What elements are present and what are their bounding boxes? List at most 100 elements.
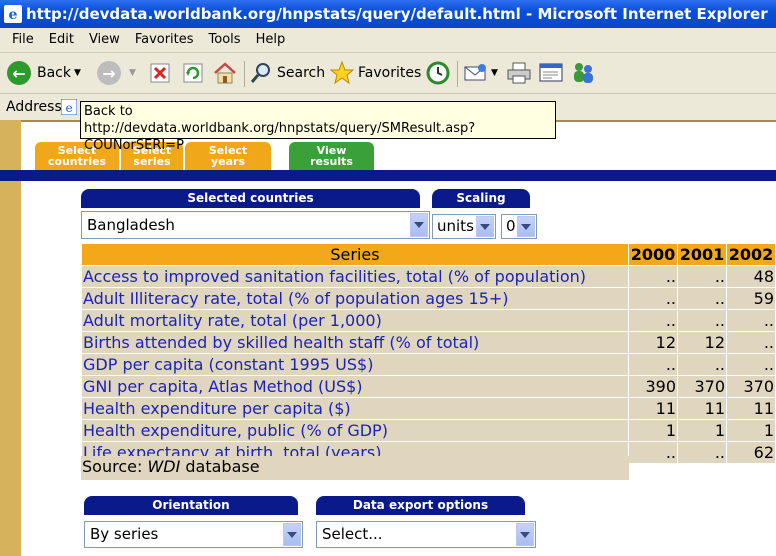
value-cell: 370 — [677, 375, 727, 398]
page-icon: e — [61, 99, 77, 115]
edit-button[interactable] — [538, 59, 564, 87]
refresh-icon — [183, 63, 203, 83]
value-cell: 12 — [677, 331, 727, 354]
toolbar-separator — [244, 61, 245, 87]
back-label: Back — [37, 65, 71, 81]
menu-file[interactable]: File — [9, 28, 37, 52]
refresh-button[interactable] — [182, 59, 204, 87]
back-button[interactable]: ← Back — [7, 59, 71, 87]
chevron-down-icon — [476, 216, 494, 237]
value-cell: 390 — [628, 375, 678, 398]
menu-favorites[interactable]: Favorites — [132, 28, 197, 52]
mail-icon — [464, 64, 486, 81]
value-cell: 62 — [726, 441, 776, 464]
value-cell: 11 — [726, 397, 776, 420]
home-button[interactable] — [212, 59, 238, 87]
value-cell: .. — [677, 353, 727, 376]
value-cell: .. — [726, 331, 776, 354]
source-wdi: WDI — [147, 457, 181, 476]
back-tooltip: Back to http://devdata.worldbank.org/hnp… — [80, 101, 556, 153]
page-left-strip — [0, 120, 21, 556]
table-row: Adult Illiteracy rate, total (% of popul… — [81, 287, 776, 310]
scaling-options-header: Scaling options — [432, 189, 530, 224]
value-cell: 11 — [677, 397, 727, 420]
search-icon — [250, 63, 270, 83]
svg-text:e: e — [65, 101, 72, 115]
value-cell: 1 — [726, 419, 776, 442]
value-cell: .. — [677, 265, 727, 288]
forward-dropdown[interactable]: ▼ — [129, 59, 136, 87]
history-icon — [426, 61, 450, 85]
series-header: Series — [81, 243, 629, 266]
forward-button[interactable]: → — [97, 59, 121, 87]
toolbar: ← Back ▼ → ▼ Search Favorites ▼ — [0, 53, 776, 94]
table-row: GDP per capita (constant 1995 US$)...... — [81, 353, 776, 376]
menu-edit[interactable]: Edit — [46, 28, 77, 52]
favorites-button[interactable]: Favorites — [330, 59, 421, 87]
value-cell: 11 — [628, 397, 678, 420]
series-name[interactable]: Health expenditure, public (% of GDP) — [81, 419, 629, 442]
source-suffix: database — [180, 457, 260, 476]
value-cell: 59 — [726, 287, 776, 310]
value-cell: 48 — [726, 265, 776, 288]
print-button[interactable] — [506, 59, 532, 87]
back-arrow-icon: ← — [7, 61, 31, 85]
value-cell: .. — [628, 287, 678, 310]
chevron-down-icon — [410, 213, 428, 237]
value-cell: .. — [677, 309, 727, 332]
table-row: GNI per capita, Atlas Method (US$) 390 370… — [81, 375, 776, 398]
menu-bar: File Edit View Favorites Tools Help — [0, 28, 776, 53]
value-cell: .. — [677, 287, 727, 310]
units-select-value: units — [437, 217, 474, 235]
svg-text:e: e — [9, 7, 18, 23]
mail-button[interactable]: ▼ — [463, 59, 498, 87]
country-select[interactable]: Bangladesh — [81, 211, 430, 239]
menu-tools[interactable]: Tools — [206, 28, 244, 52]
mail-dropdown-icon: ▼ — [491, 68, 498, 78]
series-name[interactable]: Adult Illiteracy rate, total (% of popul… — [81, 287, 629, 310]
title-bar: e http://devdata.worldbank.org/hnpstats/… — [0, 0, 776, 28]
home-icon — [214, 62, 236, 84]
series-name[interactable]: Births attended by skilled health staff … — [81, 331, 629, 354]
stop-button[interactable] — [149, 59, 171, 87]
results-table: Series 2000 2001 2002 Access to improved… — [81, 243, 776, 464]
units-select[interactable]: units — [432, 214, 496, 239]
value-cell: .. — [726, 353, 776, 376]
menu-help[interactable]: Help — [253, 28, 289, 52]
value-cell: 1 — [677, 419, 727, 442]
ie-logo-icon: e — [4, 5, 22, 23]
search-button[interactable]: Search — [249, 59, 325, 87]
source-note: Source: WDI database — [81, 456, 629, 480]
data-export-select-value: Select... — [322, 525, 383, 543]
value-cell: .. — [628, 353, 678, 376]
stop-icon — [150, 63, 170, 83]
orientation-select-value: By series — [90, 525, 159, 543]
messenger-button[interactable] — [570, 59, 596, 87]
messenger-icon — [574, 63, 593, 83]
table-row: Access to improved sanitation facilities… — [81, 265, 776, 288]
printer-icon — [507, 62, 531, 84]
toolbar-separator — [457, 61, 458, 87]
favorites-label: Favorites — [358, 65, 422, 81]
series-name[interactable]: GDP per capita (constant 1995 US$) — [81, 353, 629, 376]
table-row: Adult mortality rate, total (per 1,000).… — [81, 309, 776, 332]
decimals-select[interactable]: 0 — [501, 214, 537, 239]
orientation-select[interactable]: By series — [84, 521, 303, 548]
nav-bar — [0, 170, 776, 181]
series-name[interactable]: Access to improved sanitation facilities… — [81, 265, 629, 288]
table-row: Births attended by skilled health staff … — [81, 331, 776, 354]
series-name[interactable]: GNI per capita, Atlas Method (US$) — [81, 375, 629, 398]
series-name[interactable]: Adult mortality rate, total (per 1,000) — [81, 309, 629, 332]
search-label: Search — [277, 65, 326, 81]
tooltip-line-1: Back to — [84, 104, 133, 119]
chevron-down-icon — [283, 523, 301, 546]
back-dropdown[interactable]: ▼ — [74, 59, 81, 87]
country-select-value: Bangladesh — [87, 216, 175, 234]
tab-line: series — [133, 155, 171, 168]
chevron-down-icon — [517, 216, 535, 237]
series-name[interactable]: Health expenditure per capita ($) — [81, 397, 629, 420]
menu-view[interactable]: View — [86, 28, 123, 52]
history-button[interactable] — [425, 59, 451, 87]
data-export-select[interactable]: Select... — [316, 521, 536, 548]
data-export-header: Data export options — [316, 496, 525, 515]
